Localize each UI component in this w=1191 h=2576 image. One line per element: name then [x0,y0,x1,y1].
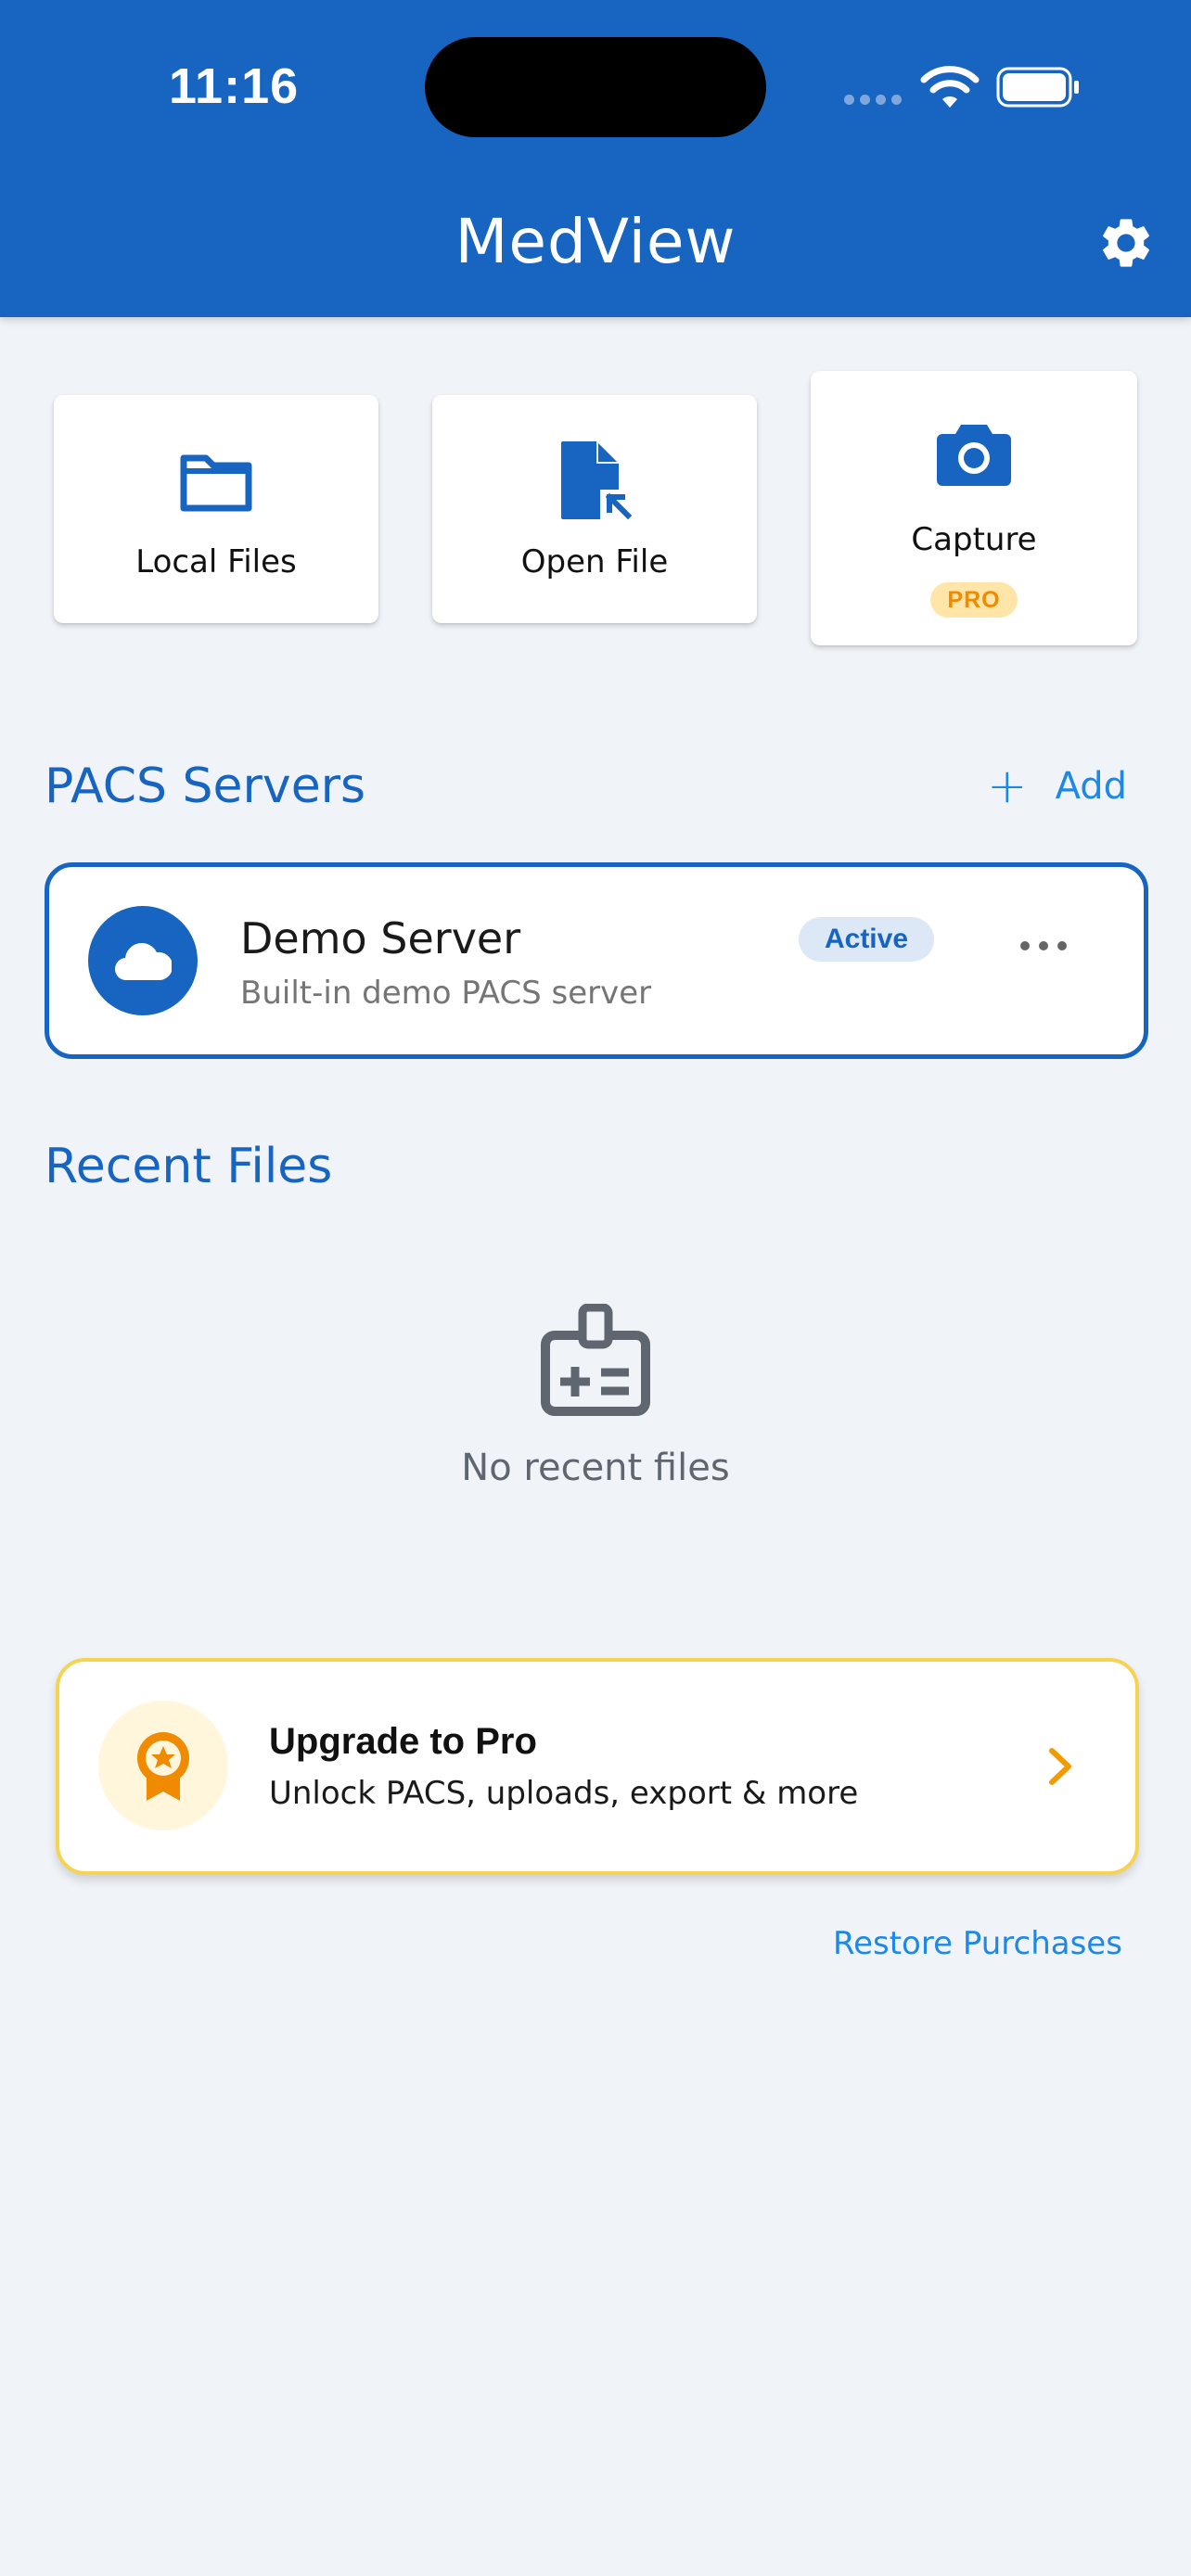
camera-icon [937,425,1011,486]
status-time: 11:16 [169,58,300,114]
app-title: MedView [455,206,736,277]
add-server-button[interactable]: + Add [987,759,1127,814]
server-description: Built-in demo PACS server [240,975,652,1012]
server-name: Demo Server [240,913,521,963]
dynamic-island [425,37,766,137]
server-avatar [88,906,198,1015]
add-server-label: Add [1055,765,1128,808]
upgrade-title: Upgrade to Pro [269,1721,537,1762]
pro-badge: PRO [930,582,1018,618]
open-file-label: Open File [520,543,669,580]
local-files-label: Local Files [135,543,297,580]
upgrade-to-pro-card[interactable]: Upgrade to Pro Unlock PACS, uploads, exp… [56,1658,1139,1875]
capture-label: Capture [911,521,1037,558]
folder-icon [180,454,252,512]
more-options-icon[interactable] [1016,932,1071,960]
plus-icon: + [987,759,1028,814]
status-badge: Active [799,917,934,962]
local-files-button[interactable]: Local Files [54,395,378,623]
restore-purchases-link[interactable]: Restore Purchases [833,1925,1122,1962]
id-card-clip-icon [541,1304,650,1416]
upgrade-subtitle: Unlock PACS, uploads, export & more [269,1775,859,1812]
upgrade-avatar [98,1701,228,1830]
recent-files-heading: Recent Files [45,1139,333,1194]
app-header: 11:16 MedView [0,0,1191,317]
battery-icon [996,67,1079,108]
open-file-icon [561,441,632,519]
cellular-signal-icon [844,93,907,109]
chevron-right-icon [1049,1748,1071,1785]
wifi-icon [920,66,980,108]
pacs-servers-heading: PACS Servers [45,759,366,814]
settings-gear-icon[interactable] [1096,213,1156,273]
award-badge-icon [137,1732,189,1801]
server-card-demo[interactable]: Demo Server Built-in demo PACS server Ac… [45,862,1148,1059]
capture-button[interactable]: Capture PRO [811,371,1137,645]
empty-state-text: No recent files [461,1447,730,1489]
open-file-button[interactable]: Open File [432,395,757,623]
cloud-icon [115,943,172,981]
